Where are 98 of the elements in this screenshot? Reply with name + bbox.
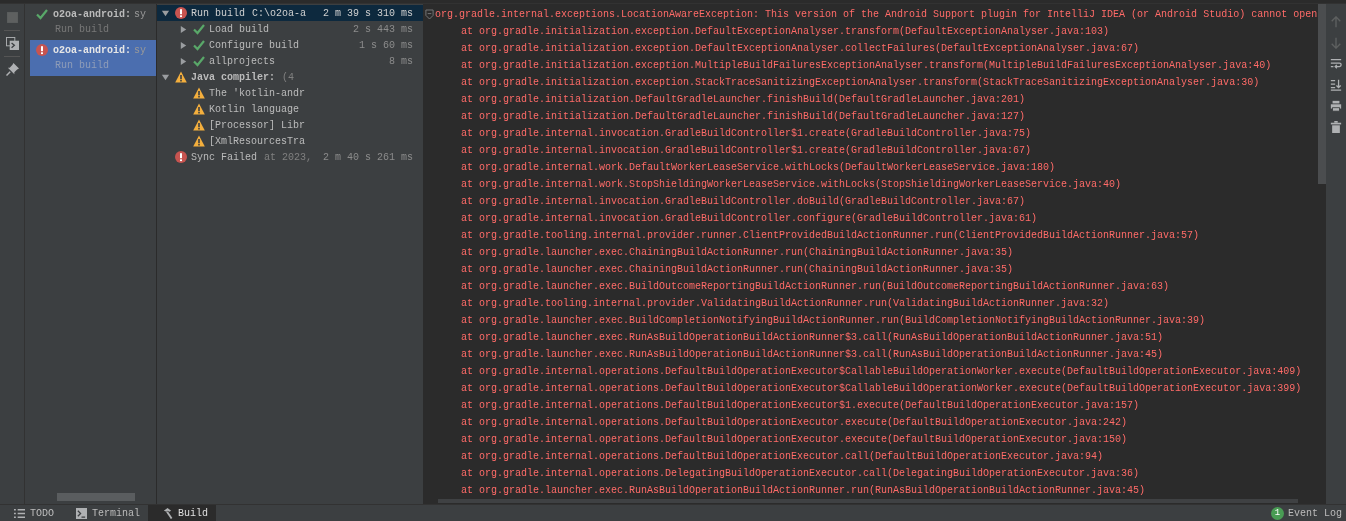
node-label: [XmlResourcesTra (209, 135, 305, 147)
console-line: at org.gradle.internal.work.DefaultWorkerLeaseService.withLocks(DefaultWorkerLeaseService.java:180) (461, 161, 1056, 175)
duration-text: 8 ms (389, 55, 413, 67)
warning-icon (175, 71, 187, 83)
console-line: at org.gradle.internal.operations.DefaultBuildOperationExecutor$1.execute(DefaultBuildOperationExecutor.java:157) (461, 399, 1140, 413)
build-detail: sy (134, 8, 147, 20)
error-icon (36, 44, 48, 56)
console-line: at org.gradle.initialization.DefaultGradleLauncher.finishBuild(DefaultGradleLauncher.java:127) (461, 110, 1026, 124)
check-icon (193, 39, 205, 51)
duration-text: 2 m 40 s 261 ms (323, 151, 413, 163)
console-line: at org.gradle.internal.operations.DefaultBuildOperationExecutor.execute(DefaultBuildOperationExecutor.java:150) (461, 433, 1128, 447)
console-icon[interactable] (5, 37, 19, 50)
fold-icon[interactable] (425, 9, 434, 20)
console-line: at org.gradle.tooling.internal.provider.runner.ClientProvidedBuildActionRunner.run(ClientProvidedBuildActionRunner.java:57) (461, 229, 1200, 243)
pin-icon[interactable] (5, 63, 19, 76)
console-line: at org.gradle.tooling.internal.provider.ValidatingBuildActionRunner.run(ValidatingBuildActionRunner.java:32) (461, 297, 1110, 311)
expand-arrow-icon[interactable] (161, 72, 170, 82)
console-line: at org.gradle.internal.invocation.GradleBuildController.doBuild(GradleBuildController.java:67) (461, 195, 1026, 209)
node-detail: (4 (282, 71, 295, 83)
console-line: at org.gradle.initialization.DefaultGradleLauncher.finishBuild(DefaultGradleLauncher.java:201) (461, 93, 1026, 107)
tree-row[interactable]: The 'kotlin-andr (157, 85, 423, 101)
event-log-button[interactable]: 1 Event Log (1271, 505, 1346, 521)
console-line: at org.gradle.initialization.exception.DefaultExceptionAnalyser.transform(DefaultExceptionAnalyser.java:103) (461, 25, 1110, 39)
scroll-to-end-icon[interactable] (1330, 79, 1342, 91)
node-label: The 'kotlin-andr (209, 87, 305, 99)
build-title: o2oa-android: (53, 8, 131, 20)
check-icon (193, 55, 205, 67)
scrollbar-thumb[interactable] (1318, 4, 1326, 184)
console-line: at org.gradle.launcher.exec.RunAsBuildOperationBuildActionRunner$3.call(RunAsBuildOperationBuildActionRunner.java:51) (461, 331, 1164, 345)
build-history-item[interactable]: o2oa-android: sy Run build (30, 40, 156, 76)
scrollbar-thumb[interactable] (57, 493, 135, 501)
check-icon (193, 23, 205, 35)
node-label: allprojects (209, 55, 275, 67)
node-label: Sync Failed (191, 151, 257, 163)
console-line: at org.gradle.internal.operations.DefaultBuildOperationExecutor.call(DefaultBuildOperationExecutor.java:94) (461, 450, 1104, 464)
console-line: at org.gradle.internal.operations.DefaultBuildOperationExecutor$CallableBuildOperationWorker.execute(DefaultBuildOperationExecutor.java:399) (461, 382, 1302, 396)
console-line: at org.gradle.launcher.exec.BuildOutcomeReportingBuildActionRunner.run(BuildOutcomeReportingBuildActionRunner.java:63) (461, 280, 1170, 294)
notification-count: 1 (1271, 506, 1284, 520)
check-icon (36, 8, 48, 20)
console-line: org.gradle.internal.exceptions.LocationAwareException: This version of the Android Support plugin for IntelliJ IDEA (or Android Studio) cannot open (435, 8, 1318, 22)
console-line: at org.gradle.internal.operations.DefaultBuildOperationExecutor.execute(DefaultBuildOperationExecutor.java:242) (461, 416, 1128, 430)
tree-row[interactable]: [XmlResourcesTra (157, 133, 423, 149)
console-line: at org.gradle.internal.operations.DefaultBuildOperationExecutor$CallableBuildOperationWorker.execute(DefaultBuildOperationExecutor.java:409) (461, 365, 1302, 379)
tree-row[interactable]: Java compiler: (4 (157, 69, 423, 85)
console-line: at org.gradle.launcher.exec.ChainingBuildActionRunner.run(ChainingBuildActionRunner.java:35) (461, 263, 1014, 277)
node-label: Configure build (209, 39, 299, 51)
duration-text: 1 s 60 ms (359, 39, 413, 51)
print-icon[interactable] (1330, 100, 1342, 112)
tree-row[interactable]: [Processor] Libr (157, 117, 423, 133)
expand-arrow-icon[interactable] (161, 8, 170, 18)
trash-icon[interactable] (1330, 121, 1342, 133)
console-line: at org.gradle.internal.operations.DelegatingBuildOperationExecutor.call(DelegatingBuildOperationExecutor.java:36) (461, 467, 1140, 481)
tree-row[interactable]: Kotlin language (157, 101, 423, 117)
warning-icon (193, 119, 205, 131)
console-line: at org.gradle.internal.work.StopShieldingWorkerLeaseService.withLocks(StopShieldingWorkerLeaseService.java:40) (461, 178, 1122, 192)
hammer-icon (162, 507, 174, 519)
node-detail: C:\o2oa-a (252, 7, 307, 19)
node-label: Java compiler: (191, 71, 275, 83)
console-line: at org.gradle.launcher.exec.RunAsBuildOperationBuildActionRunner.run(RunAsBuildOperationBuildActionRunner.java:45) (461, 484, 1146, 498)
tool-window-tab[interactable]: Build (148, 505, 217, 521)
duration-text: 2 m 39 s 310 ms (323, 7, 413, 19)
node-label: [Processor] Libr (209, 119, 305, 131)
tree-row[interactable]: Load build 2 s 443 ms (157, 21, 423, 37)
soft-wrap-icon[interactable] (1330, 58, 1342, 70)
error-icon (175, 7, 187, 19)
duration-text: 2 s 443 ms (353, 23, 413, 35)
tree-row[interactable]: Sync Failed at 2023, 2 m 40 s 261 ms (157, 149, 423, 165)
build-history-item[interactable]: o2oa-android: sy Run build (30, 4, 156, 40)
collapse-arrow-icon[interactable] (179, 24, 188, 34)
collapse-arrow-icon[interactable] (179, 56, 188, 66)
warning-icon (193, 135, 205, 147)
console-line: at org.gradle.initialization.exception.DefaultExceptionAnalyser.collectFailures(DefaultExceptionAnalyser.java:67) (461, 42, 1140, 56)
tree-row[interactable]: Configure build 1 s 60 ms (157, 37, 423, 53)
console-line: at org.gradle.launcher.exec.BuildCompletionNotifyingBuildActionRunner.run(BuildCompletionNotifyingBuildActionRunner.java:39) (461, 314, 1206, 328)
tree-row[interactable]: Run build C:\o2oa-a 2 m 39 s 310 ms (157, 5, 423, 21)
console-line: at org.gradle.internal.invocation.GradleBuildController$1.create(GradleBuildController.java:75) (461, 127, 1032, 141)
tool-window-tab[interactable]: TODO (0, 505, 62, 521)
console-line: at org.gradle.launcher.exec.RunAsBuildOperationBuildActionRunner$3.call(RunAsBuildOperationBuildActionRunner.java:45) (461, 348, 1164, 362)
console-line: at org.gradle.internal.invocation.GradleBuildController.configure(GradleBuildController.java:61) (461, 212, 1038, 226)
console-line: at org.gradle.initialization.exception.MultipleBuildFailuresExceptionAnalyser.transform(MultipleBuildFailuresExceptionAnalyser.java:40) (461, 59, 1272, 73)
tree-row[interactable]: allprojects 8 ms (157, 53, 423, 69)
node-label: Run build (191, 7, 245, 19)
build-subtitle: Run build (54, 23, 110, 37)
build-detail: sy (134, 44, 147, 56)
console-line: at org.gradle.initialization.exception.StackTraceSanitizingExceptionAnalyser.transform(StackTraceSanitizingExceptionAnalyser.java:30) (461, 76, 1260, 90)
collapse-arrow-icon[interactable] (179, 40, 188, 50)
list-icon (14, 507, 25, 519)
console-line: at org.gradle.internal.invocation.GradleBuildController$1.create(GradleBuildController.java:67) (461, 144, 1032, 158)
build-title: o2oa-android: (53, 44, 131, 56)
warning-icon (193, 103, 205, 115)
node-label: Load build (209, 23, 269, 35)
tool-window-tab[interactable]: Terminal (62, 505, 149, 521)
node-detail: at 2023, (264, 151, 313, 163)
console-line: at org.gradle.launcher.exec.ChainingBuildActionRunner.run(ChainingBuildActionRunner.java:35) (461, 246, 1014, 260)
node-label: Kotlin language (209, 103, 299, 115)
warning-icon (193, 87, 205, 99)
error-icon (175, 151, 187, 163)
build-subtitle: Run build (54, 59, 110, 73)
